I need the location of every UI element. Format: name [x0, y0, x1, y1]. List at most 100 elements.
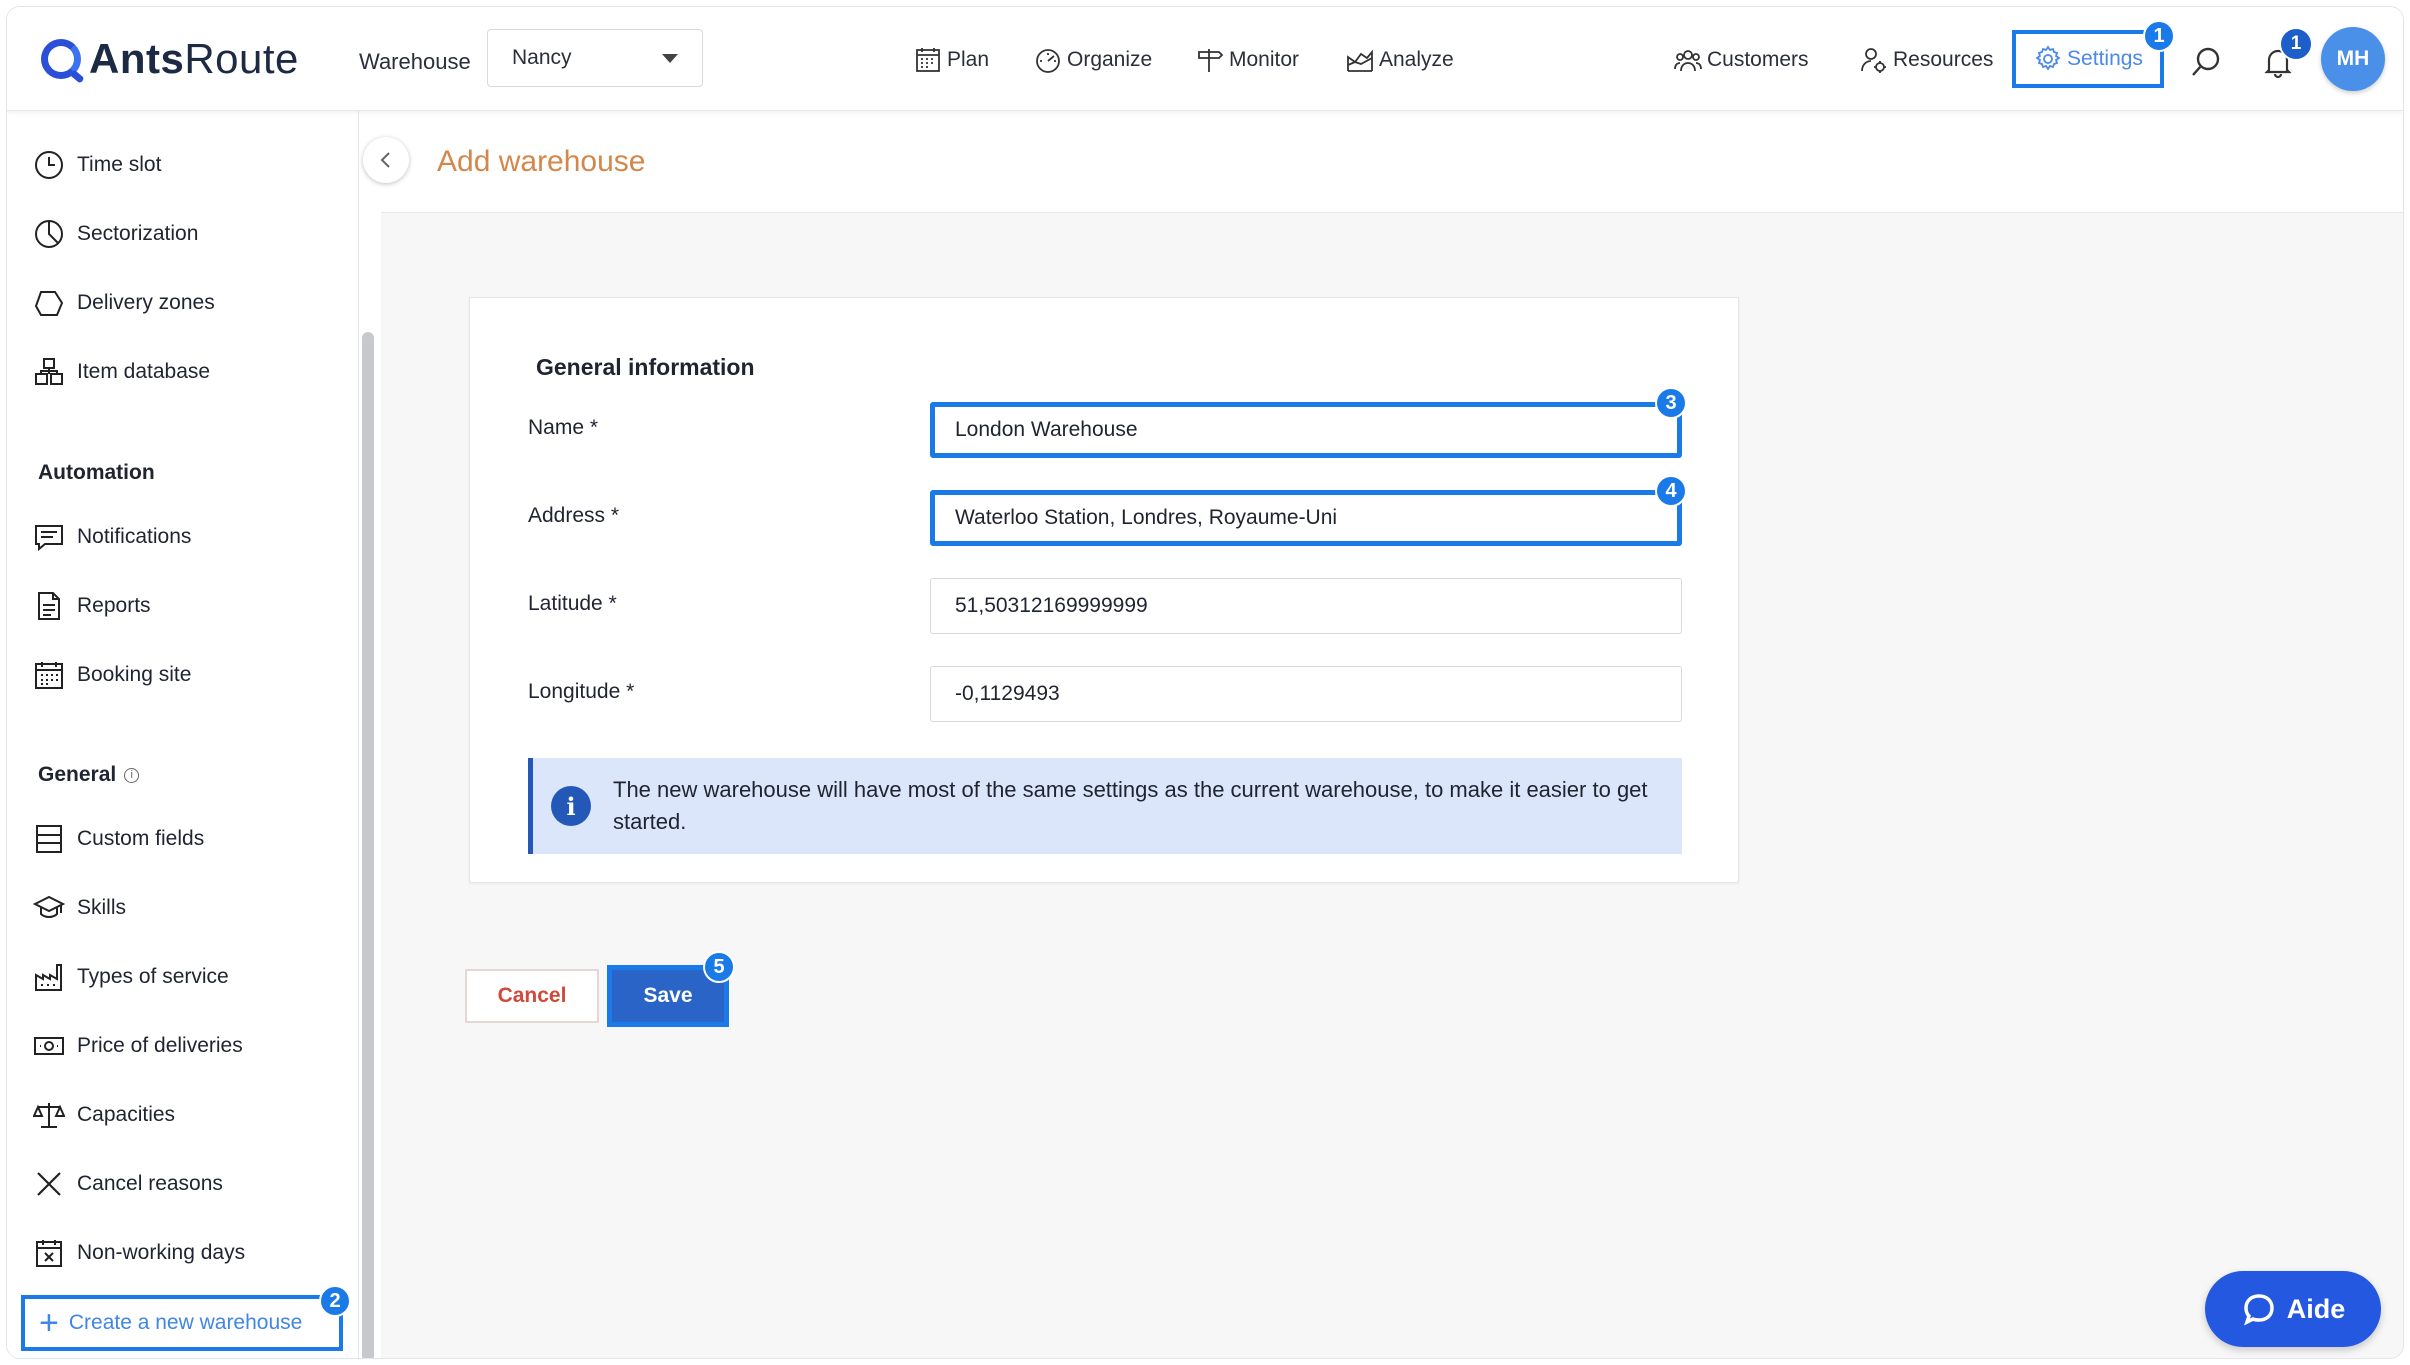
chat-bubble-icon	[2243, 1294, 2274, 1326]
nav-organize-label: Organize	[1067, 48, 1153, 71]
page-title: Add warehouse	[437, 145, 646, 178]
logo-icon	[41, 39, 81, 79]
address-input[interactable]	[930, 490, 1682, 546]
collapse-sidebar-button[interactable]	[363, 137, 409, 183]
sidebar-item-label: Types of service	[77, 965, 229, 988]
logo-text-bold: Ants	[89, 35, 185, 82]
sidebar-item-types-of-service[interactable]: Types of service	[33, 961, 229, 993]
address-label: Address *	[528, 504, 620, 527]
sidebar-item-label: Notifications	[77, 525, 192, 548]
sidebar-item-label: Reports	[77, 594, 151, 617]
step-badge-5: 5	[703, 951, 735, 983]
step-badge-3: 3	[1655, 387, 1687, 419]
sidebar-item-sectorization[interactable]: Sectorization	[33, 218, 198, 250]
sidebar-item-capacities[interactable]: Capacities	[33, 1099, 175, 1131]
latitude-input[interactable]	[930, 578, 1682, 634]
nav-resources[interactable]: Resources	[1859, 45, 1993, 75]
info-message-text: The new warehouse will have most of the …	[613, 777, 1648, 834]
nav-settings-label: Settings	[2067, 47, 2143, 70]
polygon-icon	[34, 291, 64, 316]
sidebar-item-label: Capacities	[77, 1103, 176, 1126]
sidebar-item-booking-site[interactable]: Booking site	[33, 659, 191, 691]
step-badge-1: 1	[2143, 20, 2175, 52]
factory-icon	[35, 964, 62, 991]
user-avatar[interactable]: MH	[2321, 27, 2385, 91]
pie-icon	[35, 220, 63, 248]
warehouse-label: Warehouse	[359, 49, 471, 74]
sidebar-item-label: Sectorization	[77, 222, 199, 245]
sidebar-item-label: Booking site	[77, 663, 192, 686]
antsroute-logo[interactable]: AntsRoute	[41, 35, 299, 83]
section-general-label: General	[38, 763, 117, 786]
sidebar-scrollbar[interactable]	[362, 332, 374, 1358]
help-chat-button[interactable]: Aide	[2205, 1271, 2381, 1347]
signpost-icon	[1198, 49, 1224, 72]
sidebar-item-item-database[interactable]: Item database	[33, 356, 210, 388]
app-window: AntsRoute Warehouse Nancy Plan Organize …	[6, 6, 2404, 1359]
info-icon[interactable]: i	[124, 767, 140, 783]
sidebar-item-skills[interactable]: Skills	[33, 892, 126, 924]
longitude-input[interactable]	[930, 666, 1682, 722]
nav-customers[interactable]: Customers	[1673, 45, 1809, 75]
document-icon	[38, 592, 60, 620]
sidebar-item-custom-fields[interactable]: Custom fields	[33, 823, 204, 855]
chart-icon	[1347, 49, 1373, 72]
nav-monitor[interactable]: Monitor	[1195, 45, 1299, 75]
form-icon	[36, 825, 62, 853]
sidebar-item-non-working-days[interactable]: Non-working days	[33, 1237, 245, 1269]
latitude-label: Latitude *	[528, 592, 617, 615]
clock-icon	[35, 151, 63, 179]
boxes-icon	[35, 358, 63, 385]
sidebar-item-label: Custom fields	[77, 827, 205, 850]
sidebar-item-cancel-reasons[interactable]: Cancel reasons	[33, 1168, 223, 1200]
message-icon	[35, 525, 63, 552]
step-badge-4: 4	[1655, 475, 1687, 507]
name-label: Name *	[528, 416, 599, 439]
top-header: AntsRoute Warehouse Nancy Plan Organize …	[7, 7, 2403, 111]
nav-analyze-label: Analyze	[1379, 48, 1454, 71]
sidebar-item-price-of-deliveries[interactable]: Price of deliveries	[33, 1030, 243, 1062]
x-icon	[37, 1172, 61, 1196]
cancel-button[interactable]: Cancel	[465, 969, 599, 1023]
nav-organize[interactable]: Organize	[1033, 45, 1152, 75]
nav-resources-label: Resources	[1893, 48, 1994, 71]
logo-text-light: Route	[184, 35, 299, 82]
calendar-grid-icon	[35, 662, 63, 689]
name-input[interactable]	[930, 402, 1682, 458]
sidebar-item-time-slot[interactable]: Time slot	[33, 149, 161, 181]
search-icon[interactable]	[2189, 45, 2223, 79]
create-new-warehouse-label: Create a new warehouse	[68, 1311, 303, 1334]
nav-analyze[interactable]: Analyze	[1345, 45, 1454, 75]
help-chat-label: Aide	[2286, 1293, 2346, 1324]
banknote-icon	[34, 1037, 64, 1055]
chevron-down-icon	[662, 53, 678, 63]
sidebar-item-delivery-zones[interactable]: Delivery zones	[33, 287, 215, 319]
warehouse-select[interactable]: Nancy	[487, 29, 703, 87]
page-header: Add warehouse	[381, 111, 2403, 213]
nav-settings[interactable]: Settings	[2012, 30, 2164, 88]
nav-customers-label: Customers	[1707, 48, 1809, 71]
section-general: General i	[38, 763, 140, 787]
user-gear-icon	[1861, 48, 1886, 73]
sidebar-item-label: Delivery zones	[77, 291, 215, 314]
step-badge-2: 2	[319, 1285, 351, 1317]
sidebar-item-notifications[interactable]: Notifications	[33, 521, 191, 553]
info-message: i The new warehouse will have most of th…	[528, 758, 1682, 854]
nav-plan-label: Plan	[947, 48, 990, 71]
nav-plan[interactable]: Plan	[913, 45, 989, 75]
info-circle-icon: i	[551, 786, 591, 826]
plus-icon: +	[39, 1304, 59, 1342]
create-new-warehouse-button[interactable]: + Create a new warehouse	[21, 1295, 343, 1351]
graduation-cap-icon	[33, 895, 65, 918]
speedometer-icon	[1036, 49, 1060, 73]
main-content: Add warehouse General information Name *…	[363, 111, 2403, 1358]
scale-icon	[33, 1103, 65, 1128]
gear-icon	[2035, 45, 2061, 71]
general-information-card: General information Name * Address * Lat…	[469, 297, 1739, 883]
sidebar-item-reports[interactable]: Reports	[33, 590, 151, 622]
users-group-icon	[1674, 50, 1702, 72]
nav-monitor-label: Monitor	[1229, 48, 1300, 71]
section-automation: Automation	[38, 461, 155, 484]
notification-count-badge: 1	[2279, 27, 2313, 61]
longitude-label: Longitude *	[528, 680, 635, 703]
